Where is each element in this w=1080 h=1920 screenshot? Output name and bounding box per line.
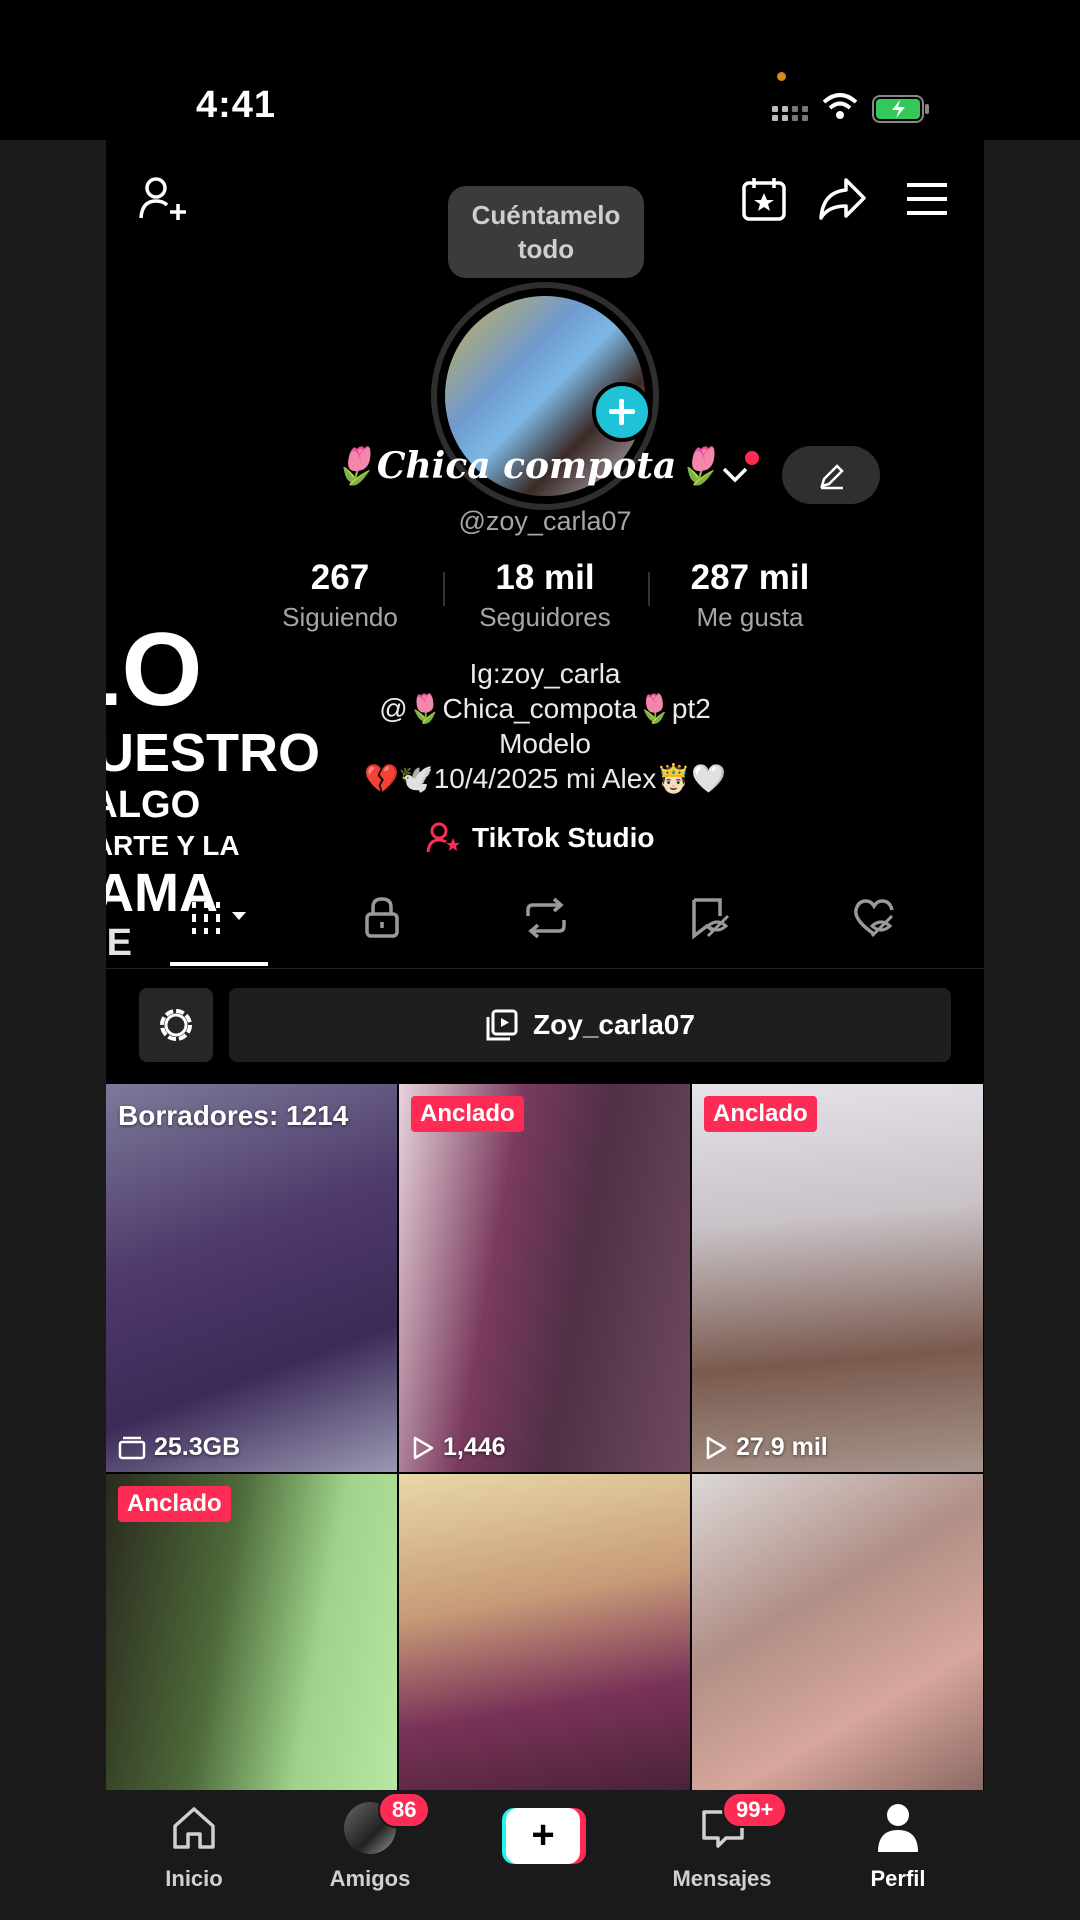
creator-star-icon	[426, 822, 460, 853]
pinned-badge: Anclado	[118, 1486, 231, 1522]
view-count: 25.3GB	[118, 1433, 240, 1462]
overlay-line: LO	[106, 612, 205, 728]
video-tile[interactable]: Borradores: 1214 25.3GB	[106, 1084, 397, 1472]
share-icon[interactable]	[818, 176, 866, 222]
stat-divider	[648, 572, 650, 606]
add-friend-icon[interactable]	[138, 174, 188, 224]
followers-stat[interactable]: 18 mil Seguidores	[465, 558, 625, 633]
overlay-line: NUESTRO	[106, 723, 321, 783]
active-tab-underline	[170, 962, 268, 966]
gear-icon	[160, 1009, 192, 1041]
followers-label: Seguidores	[479, 602, 611, 632]
nav-profile[interactable]: Perfil	[828, 1790, 968, 1920]
pinned-badge: Anclado	[704, 1096, 817, 1132]
messages-badge: 99+	[722, 1792, 788, 1828]
home-icon	[173, 1807, 215, 1849]
privacy-indicator-dot	[777, 72, 786, 81]
profile-screen: Cuéntamelo todo 🌷𝑪𝒉𝒊𝒄𝒂 𝒄𝒐𝒎𝒑𝒐𝒕𝒂🌷 @zoy_car…	[106, 140, 984, 1790]
cellular-signal-icon	[772, 106, 808, 121]
video-tile[interactable]: Anclado 27.9 mil	[692, 1084, 983, 1472]
username-handle: @zoy_carla07	[458, 506, 632, 536]
followers-count: 18 mil	[495, 558, 595, 597]
drafts-label: Borradores: 1214	[118, 1100, 349, 1131]
tab-reposts[interactable]	[496, 870, 596, 966]
tab-liked[interactable]	[822, 870, 922, 966]
nav-profile-label: Perfil	[870, 1866, 926, 1891]
playlist-label: Zoy_carla07	[533, 1009, 695, 1040]
repost-icon	[526, 897, 566, 939]
battery-icon	[872, 95, 929, 123]
tiktok-studio-link[interactable]: TikTok Studio	[426, 822, 655, 854]
following-count: 267	[310, 558, 370, 597]
tiktok-studio-label: TikTok Studio	[472, 822, 655, 853]
folder-icon	[118, 1436, 146, 1459]
calendar-star-icon[interactable]	[741, 176, 787, 222]
display-name[interactable]: 🌷𝑪𝒉𝒊𝒄𝒂 𝒄𝒐𝒎𝒑𝒐𝒕𝒂🌷	[332, 445, 721, 487]
playlist-icon	[486, 1009, 518, 1041]
status-bar: 4:41	[0, 0, 1080, 140]
nav-friends-label: Amigos	[329, 1866, 411, 1891]
video-tile[interactable]	[692, 1474, 983, 1790]
nav-home[interactable]: Inicio	[124, 1790, 264, 1920]
settings-button[interactable]	[139, 988, 213, 1062]
wifi-icon	[822, 93, 858, 119]
lock-icon	[365, 897, 399, 938]
likes-stat[interactable]: 287 mil Me gusta	[670, 558, 830, 633]
play-count: 27.9 mil	[736, 1433, 828, 1461]
chevron-down-icon[interactable]	[721, 465, 749, 485]
video-tile[interactable]	[399, 1474, 690, 1790]
likes-label: Me gusta	[696, 602, 804, 632]
notification-dot	[745, 451, 759, 465]
nav-inbox-label: Mensajes	[672, 1866, 772, 1891]
play-count: 1,446	[443, 1433, 506, 1461]
bookmark-eye-off-icon	[692, 898, 730, 940]
tab-videos[interactable]	[170, 870, 270, 966]
nav-home-label: Inicio	[165, 1866, 223, 1891]
play-icon	[706, 1436, 727, 1459]
overlay-line: E'ALGO	[106, 784, 201, 826]
stat-divider	[443, 572, 445, 606]
create-button[interactable]: +	[502, 1808, 586, 1864]
profile-icon	[878, 1804, 918, 1852]
heart-eye-off-icon	[854, 899, 894, 938]
plus-icon: +	[506, 1808, 580, 1864]
video-tile[interactable]: Anclado	[106, 1474, 397, 1790]
friends-badge: 86	[378, 1792, 431, 1828]
avatar-add-button[interactable]	[592, 382, 652, 442]
video-tile[interactable]: Anclado 1,446	[399, 1084, 690, 1472]
view-count: 1,446	[411, 1433, 506, 1462]
nav-inbox[interactable]: 99+ Mensajes	[652, 1790, 792, 1920]
view-count: 27.9 mil	[704, 1433, 828, 1462]
overlay-line: APARTE Y LA	[106, 830, 240, 861]
menu-icon[interactable]	[906, 182, 948, 216]
pencil-icon	[820, 464, 844, 490]
tab-private[interactable]	[332, 870, 432, 966]
content-tabs	[106, 870, 984, 969]
bottom-nav: Inicio 86 Amigos + 99+ Mensajes Perfil	[106, 1790, 984, 1920]
tooltip: Cuéntamelo todo	[448, 186, 644, 278]
tab-favorites[interactable]	[660, 870, 760, 966]
likes-count: 287 mil	[690, 558, 810, 597]
storage-size: 25.3GB	[154, 1433, 241, 1461]
edit-profile-button[interactable]	[782, 446, 880, 504]
nav-friends[interactable]: 86 Amigos	[300, 1790, 440, 1920]
grid-icon	[192, 902, 246, 934]
play-icon	[413, 1436, 434, 1459]
status-time: 4:41	[196, 84, 277, 126]
pinned-badge: Anclado	[411, 1096, 524, 1132]
playlist-button[interactable]: Zoy_carla07	[229, 988, 951, 1062]
